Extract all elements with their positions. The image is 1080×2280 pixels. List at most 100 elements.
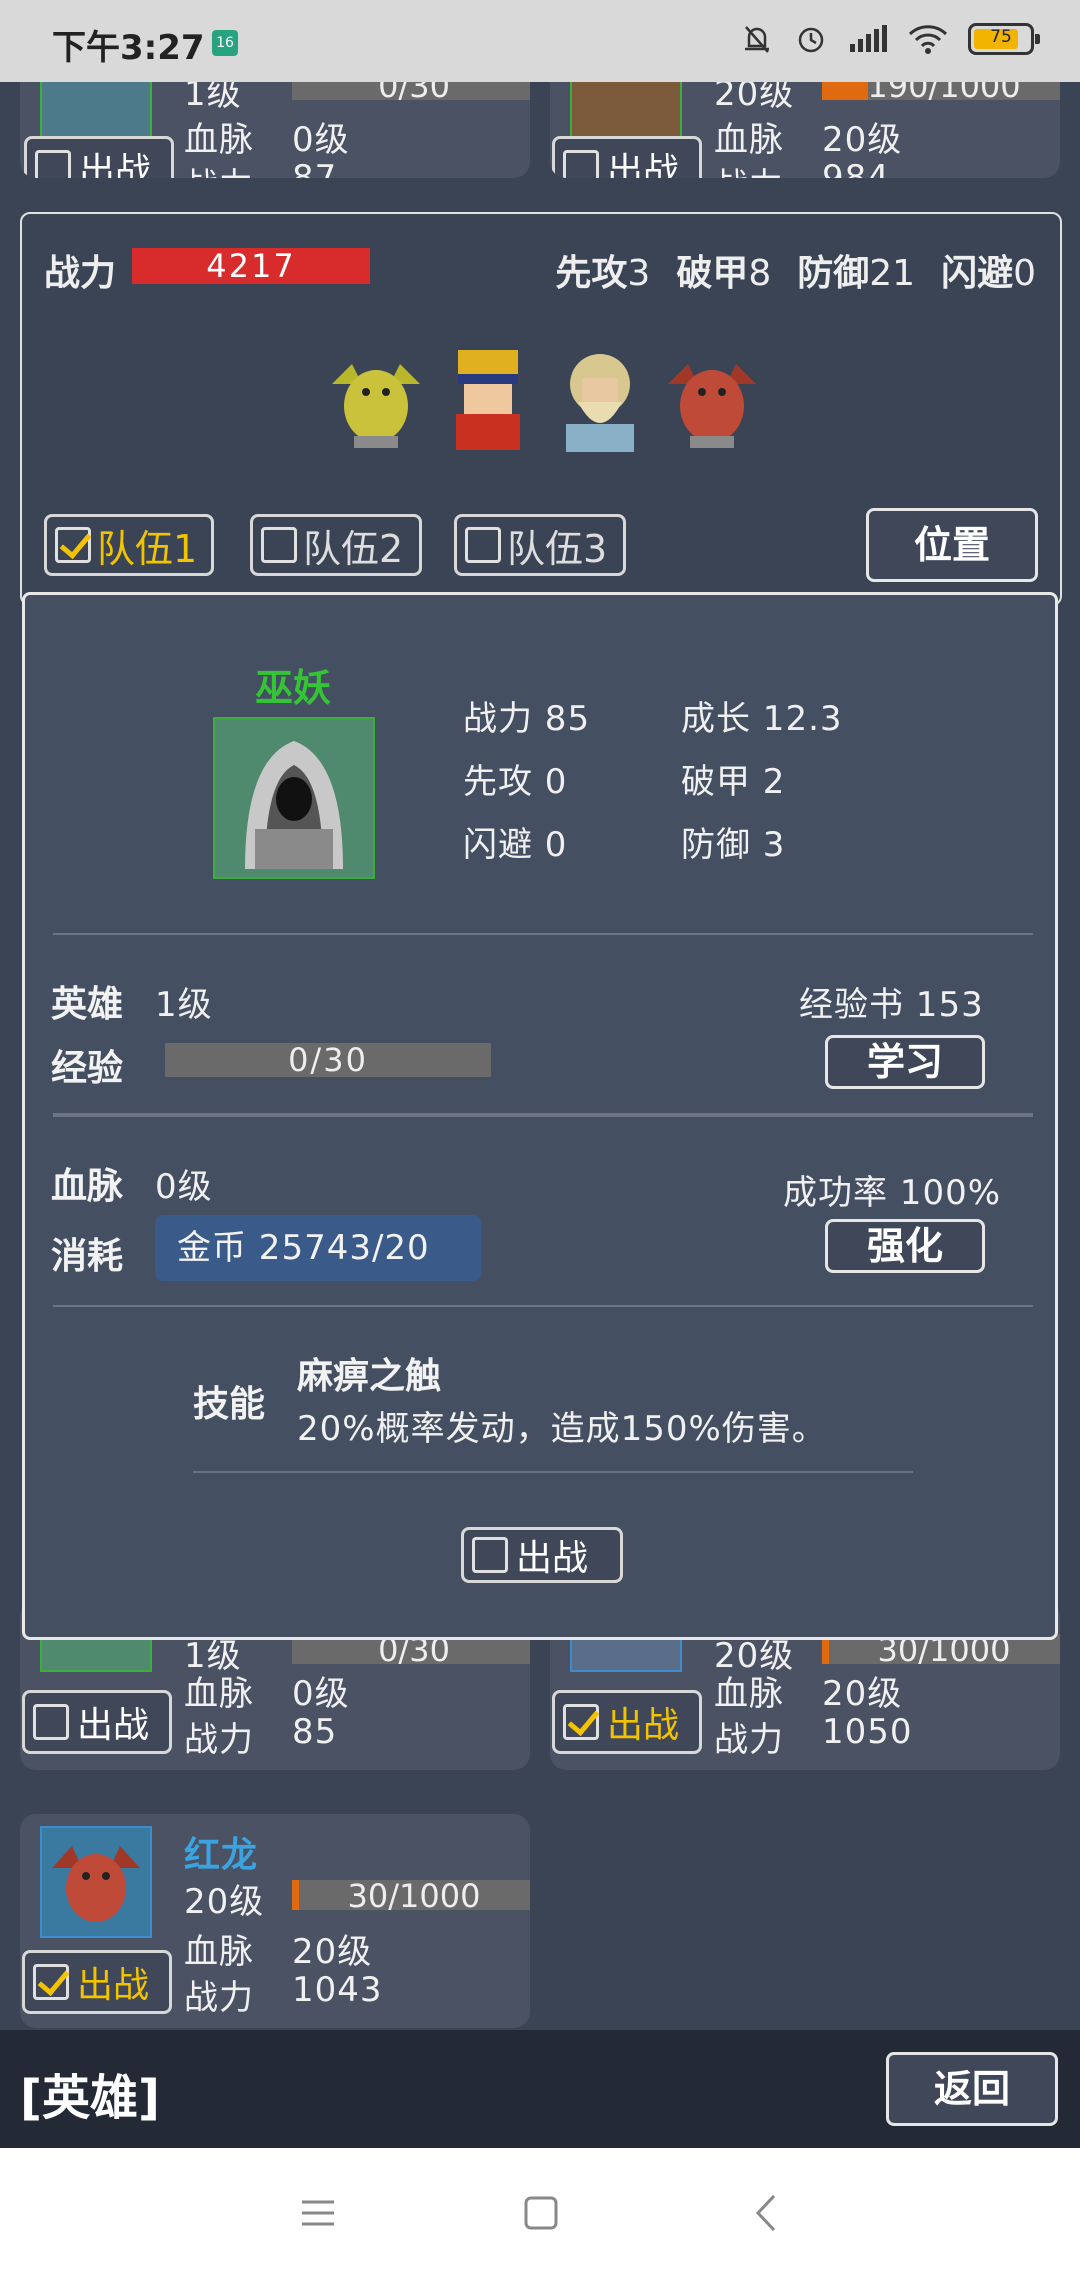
exp-label: 经验 xyxy=(51,1048,124,1089)
system-nav-bar xyxy=(0,2148,1080,2280)
hero-name: 红龙 xyxy=(184,1835,259,1876)
home-icon[interactable] xyxy=(510,2188,570,2238)
notification-icon: 16 xyxy=(212,30,238,56)
skill-description: 20%概率发动，造成150%伤害。 xyxy=(297,1409,827,1449)
team-portraits xyxy=(322,344,766,454)
power-label: 战力 xyxy=(714,158,784,178)
wifi-icon xyxy=(908,25,948,54)
back-button[interactable]: 返回 xyxy=(886,2052,1058,2126)
blood-level: 0级 xyxy=(155,1167,213,1207)
exp-bar: 190/1000 xyxy=(822,82,1060,105)
deploy-checkbox[interactable]: 出战 xyxy=(22,1690,172,1754)
power-label: 战力 xyxy=(184,158,254,178)
blood-label: 血脉 xyxy=(184,1932,254,1972)
status-bar: 下午3:27 16 75 xyxy=(0,0,1080,82)
power-value: 984 xyxy=(822,158,890,178)
page-title: [英雄] xyxy=(20,2070,160,2126)
exp-book-count: 经验书 153 xyxy=(799,985,984,1025)
stat-initiative: 先攻 0 xyxy=(463,762,568,802)
level-text: 20级 xyxy=(714,82,795,114)
blood-value: 20级 xyxy=(292,1932,373,1972)
power-label: 战力 xyxy=(184,1978,254,2018)
blood-label: 血脉 xyxy=(184,120,254,160)
checkbox-checked-icon xyxy=(563,1704,599,1740)
checkbox-icon xyxy=(261,527,297,563)
deploy-checkbox[interactable]: 出战 xyxy=(22,1950,172,2014)
checkbox-checked-icon xyxy=(55,527,91,563)
position-button[interactable]: 位置 xyxy=(866,508,1038,582)
hero-detail-dialog: 巫妖 战力 85 成长 12.3 先攻 0 破甲 2 闪避 0 防御 3 英雄 … xyxy=(22,592,1058,1640)
hero-card-top-right[interactable]: 20级 190/1000 血脉 20级 战力 984 出战 xyxy=(550,82,1060,178)
tab-team-3[interactable]: 队伍3 xyxy=(454,514,626,576)
power-value: 85 xyxy=(292,1712,338,1752)
power-value: 1050 xyxy=(822,1712,913,1752)
success-rate: 成功率 100% xyxy=(783,1173,1002,1213)
power-value: 1043 xyxy=(292,1970,383,2010)
blood-label: 血脉 xyxy=(184,1674,254,1714)
bottom-bar: [英雄] 返回 xyxy=(0,2030,1080,2148)
yellow-dragon-portrait[interactable] xyxy=(322,344,430,454)
stat-defense: 防御21 xyxy=(797,253,916,294)
hero-card-red-dragon[interactable]: 红龙 20级 30/1000 血脉 20级 战力 1043 出战 xyxy=(20,1814,530,2028)
menu-icon[interactable] xyxy=(288,2188,348,2238)
blood-label: 血脉 xyxy=(51,1166,124,1207)
deploy-checkbox[interactable]: 出战 xyxy=(461,1527,623,1583)
mute-bell-icon xyxy=(745,26,769,53)
ninja-portrait[interactable] xyxy=(434,344,542,454)
checkbox-icon xyxy=(465,527,501,563)
blood-value: 20级 xyxy=(822,1674,903,1714)
team-panel: 战力 4217 先攻3 破甲8 防御21 闪避0 队伍1 队伍2 队伍3 位置 xyxy=(20,212,1062,606)
deploy-checkbox[interactable]: 出战 xyxy=(552,136,702,178)
stat-defense: 防御 3 xyxy=(681,825,786,865)
tab-team-2[interactable]: 队伍2 xyxy=(250,514,422,576)
signal-icon xyxy=(850,25,887,52)
blood-label: 血脉 xyxy=(714,120,784,160)
hero-card-top-left[interactable]: 1级 0/30 血脉 0级 战力 87 出战 xyxy=(20,82,530,178)
deploy-checkbox[interactable]: 出战 xyxy=(552,1690,702,1754)
exp-bar: 30/1000 xyxy=(292,1877,530,1915)
team-stats: 先攻3 破甲8 防御21 闪避0 xyxy=(555,244,1036,296)
checkbox-icon xyxy=(563,150,599,178)
hero-level-label: 英雄 xyxy=(51,984,124,1025)
level-text: 1级 xyxy=(184,82,242,114)
cost-value: 金币 25743/20 xyxy=(155,1215,481,1281)
team-power-label: 战力 xyxy=(44,253,117,294)
cost-label: 消耗 xyxy=(51,1236,124,1277)
alarm-icon xyxy=(798,27,824,53)
power-value: 87 xyxy=(292,158,338,178)
old-sage-portrait[interactable] xyxy=(546,344,654,454)
skill-label: 技能 xyxy=(193,1384,266,1425)
power-label: 战力 xyxy=(184,1720,254,1760)
status-time: 下午3:27 xyxy=(52,28,205,68)
red-dragon-portrait[interactable] xyxy=(658,344,766,454)
red-dragon-avatar xyxy=(40,1826,152,1938)
stat-growth: 成长 12.3 xyxy=(681,699,843,739)
battery-icon: 75 xyxy=(968,23,1040,55)
blood-value: 0级 xyxy=(292,1674,350,1714)
stat-power: 战力 85 xyxy=(463,699,591,739)
exp-bar: 0/30 xyxy=(292,82,530,105)
hero-name: 巫妖 xyxy=(255,666,332,710)
divider xyxy=(53,1113,1033,1117)
blood-label: 血脉 xyxy=(714,1674,784,1714)
learn-button[interactable]: 学习 xyxy=(825,1035,985,1089)
stat-initiative: 先攻3 xyxy=(555,253,651,294)
hero-level-value: 1级 xyxy=(155,985,213,1025)
tab-team-1[interactable]: 队伍1 xyxy=(44,514,214,576)
divider xyxy=(53,1305,1033,1307)
enhance-button[interactable]: 强化 xyxy=(825,1219,985,1273)
power-label: 战力 xyxy=(714,1720,784,1760)
stat-dodge: 闪避0 xyxy=(941,253,1036,294)
checkbox-checked-icon xyxy=(33,1964,69,2000)
level-text: 20级 xyxy=(184,1882,265,1922)
divider xyxy=(53,933,1033,935)
divider xyxy=(193,1471,913,1473)
skill-name: 麻痹之触 xyxy=(297,1356,442,1397)
back-icon[interactable] xyxy=(736,2188,796,2238)
blood-value: 20级 xyxy=(822,120,903,160)
checkbox-icon xyxy=(472,1537,508,1573)
lich-avatar xyxy=(213,717,375,879)
blood-value: 0级 xyxy=(292,120,350,160)
checkbox-icon xyxy=(33,1704,69,1740)
deploy-checkbox[interactable]: 出战 xyxy=(24,136,174,178)
